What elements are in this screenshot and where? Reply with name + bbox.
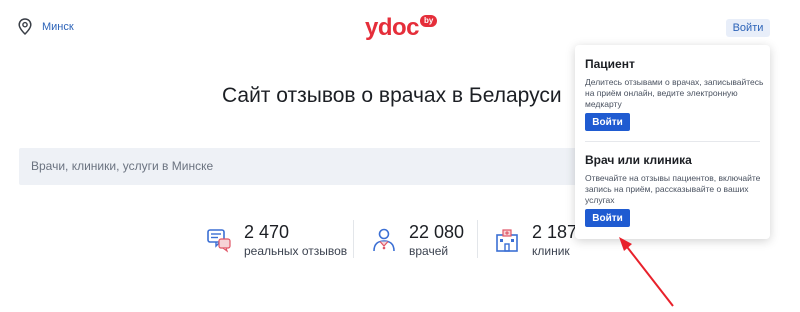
annotation-arrow: [619, 237, 674, 307]
